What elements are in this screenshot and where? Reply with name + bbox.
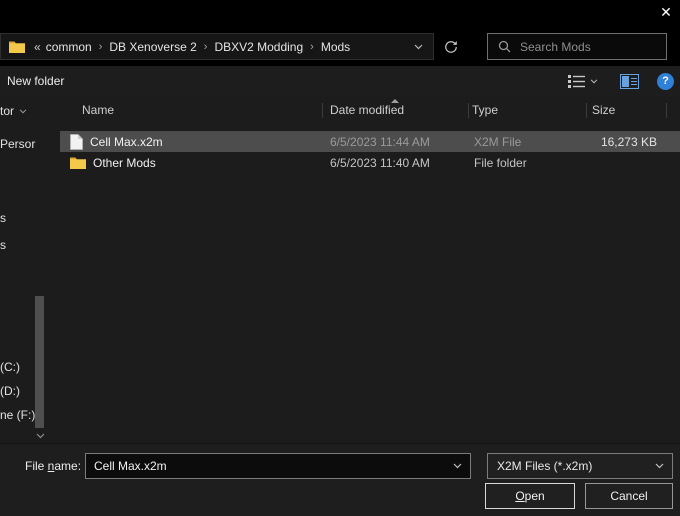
title-bar: ✕ [0,0,680,25]
file-row-other-mods[interactable]: Other Mods 6/5/2023 11:40 AM File folder [60,152,680,173]
sidebar-item-label: (D:) [0,384,20,398]
sidebar-scrollbar-down-button[interactable] [35,431,45,441]
date-modified-cell: 6/5/2023 11:40 AM [330,155,430,170]
file-name-text: Cell Max.x2m [90,134,163,149]
type-cell: File folder [474,155,527,170]
column-resize-handle[interactable] [322,103,323,118]
breadcrumb-separator-icon[interactable]: › [97,41,105,53]
chevron-down-icon [19,108,27,114]
main-content: tor Persor s s (C:) (D:) ne (F:) Name Da… [0,97,680,443]
preview-pane-icon [620,74,639,89]
date-modified-cell: 6/5/2023 11:44 AM [330,134,430,149]
sidebar-item-drive-d[interactable]: (D:) [0,384,20,398]
dialog-toolbar: New folder ? [0,66,680,97]
column-header-size[interactable]: Size [592,103,615,117]
sidebar-item-drive-c[interactable]: (C:) [0,360,20,374]
chevron-down-icon [590,79,598,84]
breadcrumb-separator-icon[interactable]: › [202,41,210,53]
refresh-button[interactable] [438,33,464,60]
cancel-button[interactable]: Cancel [585,483,673,509]
sidebar-item-drive-f[interactable]: ne (F:) [0,408,35,422]
column-header-date-modified[interactable]: Date modified [330,103,404,117]
breadcrumb-mods[interactable]: Mods [316,40,355,54]
type-cell: X2M File [474,134,522,149]
chevron-down-icon[interactable] [453,463,462,469]
help-button[interactable]: ? [657,73,674,90]
file-icon [70,133,83,150]
folder-icon [70,157,86,169]
navigation-pane: tor Persor s s (C:) (D:) ne (F:) [0,97,58,443]
open-file-dialog: ✕ « common › DB Xenoverse 2 › DBXV2 Modd… [0,0,680,516]
close-button[interactable]: ✕ [655,2,677,22]
label-text: File [25,459,48,473]
search-icon [498,40,511,53]
column-resize-handle[interactable] [468,103,469,118]
sidebar-item-1[interactable]: tor [0,104,27,118]
breadcrumb-db-xenoverse-2[interactable]: DB Xenoverse 2 [104,40,201,54]
button-accelerator: O [515,489,525,503]
sidebar-item-label: ne (F:) [0,408,36,422]
breadcrumb-overflow-button[interactable]: « [34,40,41,54]
file-type-value: X2M Files (*.x2m) [497,459,593,473]
file-name-cell: Cell Max.x2m [60,133,322,150]
breadcrumb-separator-icon[interactable]: › [308,41,316,53]
new-folder-button[interactable]: New folder [7,66,64,97]
file-name-label: File name: [25,459,81,473]
chevron-down-icon [414,44,422,49]
file-name-combobox [85,453,471,479]
sidebar-item-4[interactable]: s [0,238,6,252]
toolbar-right-group: ? [568,66,674,97]
file-name-cell: Other Mods [60,156,322,170]
column-header-type[interactable]: Type [472,103,498,117]
address-row: « common › DB Xenoverse 2 › DBXV2 Moddin… [0,25,680,66]
file-row-cell-max[interactable]: Cell Max.x2m 6/5/2023 11:44 AM X2M File … [60,131,680,152]
sidebar-item-3[interactable]: s [0,211,6,225]
breadcrumb-dbxv2-modding[interactable]: DBXV2 Modding [209,40,308,54]
open-button[interactable]: Open [485,483,575,509]
change-view-button[interactable] [568,75,598,88]
sidebar-scrollbar-thumb[interactable] [35,296,44,428]
label-text: ame: [54,459,82,473]
chevron-down-icon [655,463,664,469]
sidebar-item-label: tor [0,104,15,118]
file-type-select[interactable]: X2M Files (*.x2m) [487,453,673,479]
search-box [487,33,667,60]
sidebar-item-personal[interactable]: Persor [0,137,35,151]
sidebar-item-label: s [0,238,6,252]
search-input[interactable] [518,38,666,55]
sidebar-item-label: (C:) [0,360,20,374]
column-header-name[interactable]: Name [82,103,114,117]
details-view-icon [568,75,585,88]
sort-ascending-icon [391,99,399,103]
column-resize-handle[interactable] [666,103,667,118]
breadcrumb-common[interactable]: common [41,40,97,54]
sidebar-item-label: s [0,211,6,225]
sidebar-item-label: Persor [0,137,36,151]
folder-icon [9,40,25,53]
file-name-text: Other Mods [93,155,156,170]
refresh-icon [445,40,457,53]
button-text: pen [524,489,545,503]
address-history-dropdown-button[interactable] [407,44,429,50]
preview-pane-button[interactable] [620,74,639,89]
address-bar[interactable]: « common › DB Xenoverse 2 › DBXV2 Moddin… [0,33,434,60]
chevron-down-icon [36,433,44,439]
file-name-input[interactable] [86,458,453,474]
file-list: Name Date modified Type Size Cell Max.x2… [60,97,680,443]
dialog-footer: File name: X2M Files (*.x2m) Open Cancel [0,443,680,516]
column-resize-handle[interactable] [586,103,587,118]
size-cell: 16,273 KB [600,134,657,149]
